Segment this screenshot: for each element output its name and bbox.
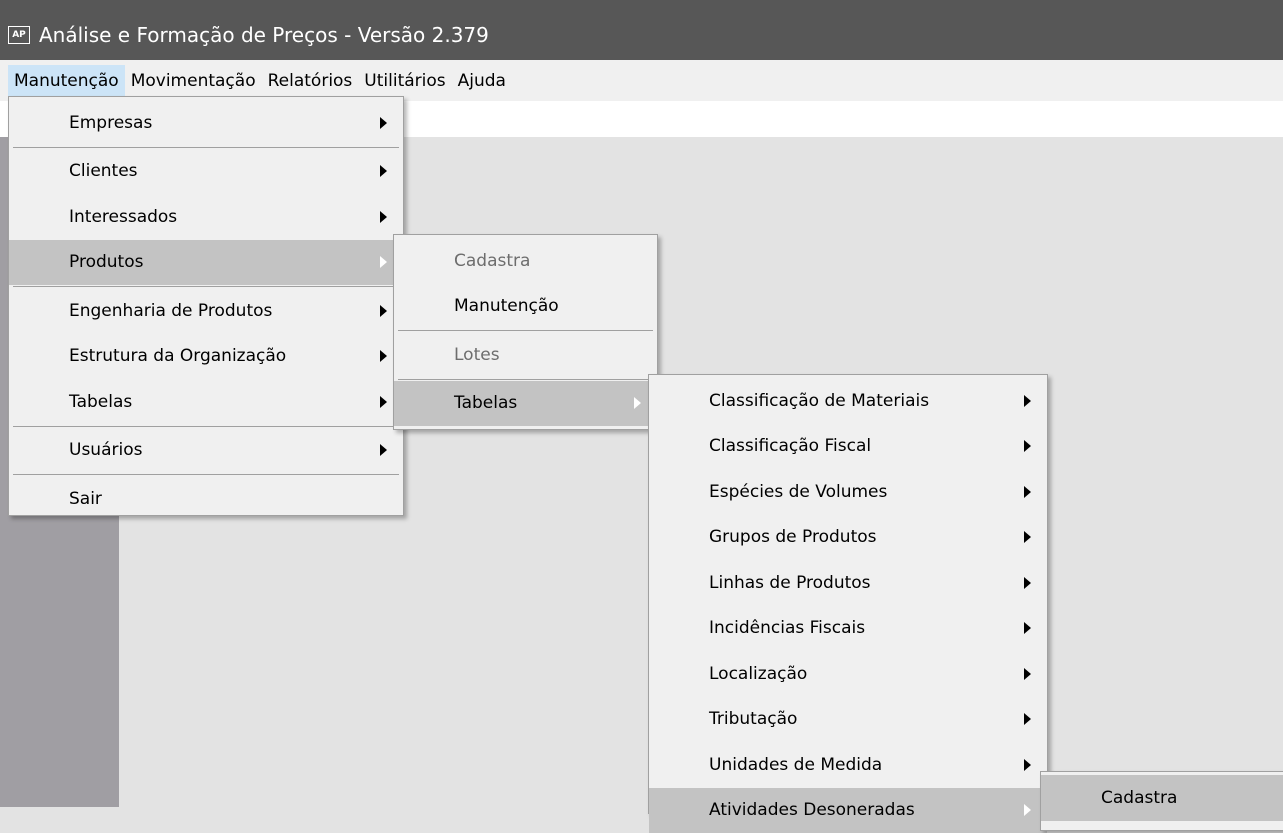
menu-item-localizacao[interactable]: Localização <box>649 651 1047 697</box>
menu-item-cadastra[interactable]: Cadastra <box>394 238 657 284</box>
menu-item-label: Clientes <box>69 161 138 181</box>
menu-item-label: Atividades Desoneradas <box>709 800 915 820</box>
manutencao-dropdown: Empresas Clientes Interessados Produtos … <box>8 96 404 516</box>
submenu-arrow-icon <box>1024 759 1031 771</box>
submenu-arrow-icon <box>380 350 387 362</box>
submenu-arrow-icon <box>380 211 387 223</box>
menu-item-label: Cadastra <box>454 251 530 271</box>
menu-separator <box>13 286 399 287</box>
menu-item-grupos-de-produtos[interactable]: Grupos de Produtos <box>649 515 1047 561</box>
menu-item-label: Cadastra <box>1101 788 1177 808</box>
menu-item-tabelas-produtos[interactable]: Tabelas <box>394 381 657 427</box>
menu-item-manutencao[interactable]: Manutenção <box>394 284 657 330</box>
menu-item-usuarios[interactable]: Usuários <box>9 428 403 474</box>
menu-separator <box>13 474 399 475</box>
submenu-arrow-icon <box>1024 531 1031 543</box>
menu-item-produtos[interactable]: Produtos <box>9 240 403 286</box>
submenu-arrow-icon <box>1024 577 1031 589</box>
menu-item-atividades-desoneradas[interactable]: Atividades Desoneradas <box>649 788 1047 833</box>
menu-item-especies-de-volumes[interactable]: Espécies de Volumes <box>649 469 1047 515</box>
menu-item-label: Incidências Fiscais <box>709 618 865 638</box>
menu-item-label: Engenharia de Produtos <box>69 301 272 321</box>
menu-item-label: Usuários <box>69 440 142 460</box>
menu-item-label: Classificação Fiscal <box>709 436 871 456</box>
menu-item-label: Grupos de Produtos <box>709 527 877 547</box>
menu-item-label: Unidades de Medida <box>709 755 882 775</box>
menu-item-label: Espécies de Volumes <box>709 482 887 502</box>
menu-item-sair[interactable]: Sair <box>9 476 403 522</box>
submenu-arrow-icon <box>1024 713 1031 725</box>
menu-item-engenharia-de-produtos[interactable]: Engenharia de Produtos <box>9 288 403 334</box>
menu-item-lotes[interactable]: Lotes <box>394 332 657 378</box>
submenu-arrow-icon <box>380 165 387 177</box>
menu-relatorios[interactable]: Relatórios <box>262 65 359 97</box>
menu-item-label: Produtos <box>69 252 143 272</box>
menu-item-interessados[interactable]: Interessados <box>9 194 403 240</box>
menu-item-incidencias-fiscais[interactable]: Incidências Fiscais <box>649 606 1047 652</box>
menu-item-label: Interessados <box>69 207 177 227</box>
menu-item-label: Tabelas <box>69 392 132 412</box>
menu-item-cadastra-atividades[interactable]: Cadastra <box>1041 775 1283 821</box>
menu-item-label: Manutenção <box>454 296 559 316</box>
submenu-arrow-icon <box>380 117 387 129</box>
menu-item-label: Empresas <box>69 113 152 133</box>
window-title: Análise e Formação de Preços - Versão 2.… <box>39 23 489 47</box>
menu-separator <box>13 426 399 427</box>
menu-separator <box>13 147 399 148</box>
submenu-arrow-icon <box>1024 668 1031 680</box>
menu-separator <box>398 330 653 331</box>
submenu-arrow-icon <box>634 397 641 409</box>
menu-item-classificacao-fiscal[interactable]: Classificação Fiscal <box>649 424 1047 470</box>
submenu-arrow-icon <box>1024 804 1031 816</box>
produtos-submenu: Cadastra Manutenção Lotes Tabelas <box>393 234 658 430</box>
menu-separator <box>398 379 653 380</box>
menu-item-linhas-de-produtos[interactable]: Linhas de Produtos <box>649 560 1047 606</box>
menu-item-label: Estrutura da Organização <box>69 346 286 366</box>
menu-item-label: Lotes <box>454 345 500 365</box>
menu-item-estrutura-da-organizacao[interactable]: Estrutura da Organização <box>9 334 403 380</box>
menu-manutencao[interactable]: Manutenção <box>8 65 125 97</box>
menu-item-unidades-de-medida[interactable]: Unidades de Medida <box>649 742 1047 788</box>
submenu-arrow-icon <box>380 256 387 268</box>
menu-bar: Manutenção Movimentação Relatórios Utili… <box>0 60 1283 101</box>
menu-item-classificacao-de-materiais[interactable]: Classificação de Materiais <box>649 378 1047 424</box>
submenu-arrow-icon <box>1024 622 1031 634</box>
menu-item-clientes[interactable]: Clientes <box>9 149 403 195</box>
atividades-desoneradas-submenu: Cadastra <box>1040 771 1283 831</box>
menu-item-label: Linhas de Produtos <box>709 573 871 593</box>
submenu-arrow-icon <box>380 396 387 408</box>
menu-utilitarios[interactable]: Utilitários <box>358 65 451 97</box>
menu-item-label: Sair <box>69 489 102 509</box>
title-bar: AP Análise e Formação de Preços - Versão… <box>0 0 1283 60</box>
submenu-arrow-icon <box>1024 440 1031 452</box>
menu-item-label: Classificação de Materiais <box>709 391 929 411</box>
tabelas-submenu: Classificação de Materiais Classificação… <box>648 374 1048 814</box>
submenu-arrow-icon <box>1024 486 1031 498</box>
menu-movimentacao[interactable]: Movimentação <box>125 65 262 97</box>
menu-item-label: Tabelas <box>454 393 517 413</box>
menu-item-tributacao[interactable]: Tributação <box>649 697 1047 743</box>
menu-ajuda[interactable]: Ajuda <box>452 65 512 97</box>
menu-item-empresas[interactable]: Empresas <box>9 100 403 146</box>
app-icon: AP <box>8 26 30 44</box>
submenu-arrow-icon <box>380 444 387 456</box>
menu-item-label: Localização <box>709 664 807 684</box>
submenu-arrow-icon <box>380 305 387 317</box>
menu-item-label: Tributação <box>709 709 797 729</box>
menu-item-tabelas[interactable]: Tabelas <box>9 379 403 425</box>
submenu-arrow-icon <box>1024 395 1031 407</box>
